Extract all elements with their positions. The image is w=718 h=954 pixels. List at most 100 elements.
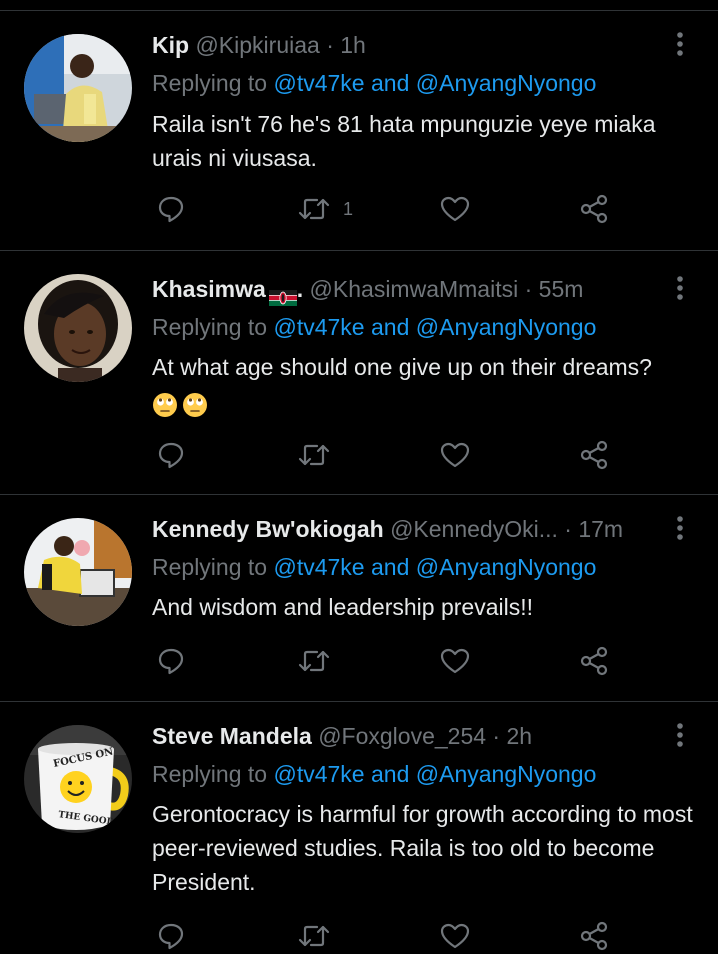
- mention-link[interactable]: @tv47ke: [273, 761, 364, 787]
- retweet-icon: [298, 444, 330, 466]
- replying-to-label: Replying to: [152, 761, 268, 787]
- avatar[interactable]: [24, 518, 132, 626]
- tweet-reply[interactable]: FOCUS ON THE GOOD Steve Mandela @Foxglov…: [0, 702, 718, 954]
- tweet-actions: [152, 437, 622, 473]
- tweet-header: Khasimwa. @KhasimwaMmaitsi · 55m: [152, 274, 584, 306]
- separator: ·: [326, 32, 334, 58]
- display-name[interactable]: Steve Mandela: [152, 723, 312, 749]
- tweet-reply[interactable]: Kip @Kipkiruiaa · 1h Replying to @tv47ke…: [0, 11, 718, 251]
- avatar[interactable]: [24, 34, 132, 142]
- mention-link[interactable]: @tv47ke: [273, 314, 364, 340]
- share-icon: [580, 440, 608, 470]
- heart-icon: [440, 442, 470, 468]
- rolling-eyes-emoji-icon: [182, 392, 208, 418]
- user-handle[interactable]: @KhasimwaMmaitsi: [310, 276, 519, 302]
- like-button[interactable]: [439, 918, 471, 954]
- separator: ·: [524, 276, 533, 302]
- user-handle[interactable]: @Kipkiruiaa: [195, 32, 319, 58]
- more-options-icon[interactable]: [664, 30, 696, 60]
- heart-icon: [440, 648, 470, 674]
- tweet-actions: [152, 643, 622, 679]
- retweet-icon: [298, 650, 330, 672]
- retweet-button[interactable]: 1: [297, 191, 353, 227]
- mention-and[interactable]: and: [371, 314, 409, 340]
- replying-to-label: Replying to: [152, 554, 268, 580]
- avatar[interactable]: [24, 274, 132, 382]
- tweet-reply[interactable]: Khasimwa. @KhasimwaMmaitsi · 55m Replyin…: [0, 251, 718, 495]
- retweet-count: 1: [343, 198, 354, 219]
- tweet-header: Kip @Kipkiruiaa · 1h: [152, 30, 366, 60]
- tweet-reply[interactable]: Kennedy Bw'okiogah @KennedyOki... · 17m …: [0, 495, 718, 702]
- retweet-button[interactable]: [297, 918, 331, 954]
- tweet-actions: [152, 918, 622, 954]
- mention-and[interactable]: and: [371, 70, 409, 96]
- replying-to-label: Replying to: [152, 70, 268, 96]
- reply-button[interactable]: [156, 643, 186, 679]
- display-name[interactable]: Kennedy Bw'okiogah: [152, 516, 384, 542]
- retweet-button[interactable]: [297, 643, 331, 679]
- replying-to: Replying to @tv47ke and @AnyangNyongo: [152, 552, 596, 582]
- reply-icon: [158, 442, 184, 469]
- timestamp[interactable]: 1h: [340, 32, 366, 58]
- share-icon: [580, 921, 608, 951]
- heart-icon: [440, 923, 470, 949]
- reply-icon: [158, 196, 184, 223]
- mention-link[interactable]: @AnyangNyongo: [416, 70, 597, 96]
- reply-button[interactable]: [156, 437, 186, 473]
- reply-icon: [158, 923, 184, 950]
- tweet-text-container: At what age should one give up on their …: [152, 350, 697, 420]
- mention-link[interactable]: @tv47ke: [273, 554, 364, 580]
- replying-to-label: Replying to: [152, 314, 268, 340]
- retweet-icon: [298, 198, 330, 220]
- kenya-flag-icon: [268, 283, 297, 306]
- tweet-text: Raila isn't 76 he's 81 hata mpunguzie ye…: [152, 111, 656, 171]
- user-handle[interactable]: @KennedyOki...: [390, 516, 558, 542]
- retweet-icon: [298, 925, 330, 947]
- share-button[interactable]: [578, 643, 610, 679]
- display-name-suffix: .: [296, 276, 304, 302]
- retweet-button[interactable]: [297, 437, 331, 473]
- more-options-icon[interactable]: [664, 274, 696, 304]
- display-name-text: Khasimwa: [152, 276, 266, 302]
- timestamp[interactable]: 55m: [539, 276, 584, 302]
- mention-link[interactable]: @AnyangNyongo: [416, 554, 597, 580]
- tweet-header: Steve Mandela @Foxglove_254 · 2h: [152, 721, 532, 751]
- share-icon: [580, 646, 608, 676]
- mention-link[interactable]: @AnyangNyongo: [416, 314, 597, 340]
- reply-button[interactable]: [156, 191, 186, 227]
- like-button[interactable]: [439, 191, 471, 227]
- tweet-header: Kennedy Bw'okiogah @KennedyOki... · 17m: [152, 514, 623, 544]
- tweet-actions: 1: [152, 191, 622, 227]
- display-name[interactable]: Khasimwa.: [152, 276, 304, 306]
- tweet-text: And wisdom and leadership prevails!!: [152, 594, 533, 620]
- share-icon: [580, 194, 608, 224]
- heart-icon: [440, 196, 470, 222]
- like-button[interactable]: [439, 643, 471, 679]
- like-button[interactable]: [439, 437, 471, 473]
- reply-icon: [158, 648, 184, 675]
- rolling-eyes-emoji-icon: [152, 392, 178, 418]
- more-options-icon[interactable]: [664, 514, 696, 544]
- mention-link[interactable]: @tv47ke: [273, 70, 364, 96]
- share-button[interactable]: [578, 191, 610, 227]
- share-button[interactable]: [578, 437, 610, 473]
- tweet-text: At what age should one give up on their …: [152, 354, 652, 380]
- replying-to: Replying to @tv47ke and @AnyangNyongo: [152, 312, 596, 342]
- user-handle[interactable]: @Foxglove_254: [318, 723, 486, 749]
- display-name[interactable]: Kip: [152, 32, 189, 58]
- tweet-text: Gerontocracy is harmful for growth accor…: [152, 801, 693, 895]
- more-options-icon[interactable]: [664, 721, 696, 751]
- mention-link[interactable]: @AnyangNyongo: [416, 761, 597, 787]
- timestamp[interactable]: 17m: [578, 516, 623, 542]
- mention-and[interactable]: and: [371, 554, 409, 580]
- mention-and[interactable]: and: [371, 761, 409, 787]
- reply-button[interactable]: [156, 918, 186, 954]
- replying-to: Replying to @tv47ke and @AnyangNyongo: [152, 68, 596, 98]
- avatar[interactable]: FOCUS ON THE GOOD: [24, 725, 132, 833]
- separator: ·: [492, 723, 501, 749]
- share-button[interactable]: [578, 918, 610, 954]
- timestamp[interactable]: 2h: [506, 723, 532, 749]
- emoji-row: [152, 386, 697, 420]
- replying-to: Replying to @tv47ke and @AnyangNyongo: [152, 759, 596, 789]
- separator: ·: [564, 516, 572, 542]
